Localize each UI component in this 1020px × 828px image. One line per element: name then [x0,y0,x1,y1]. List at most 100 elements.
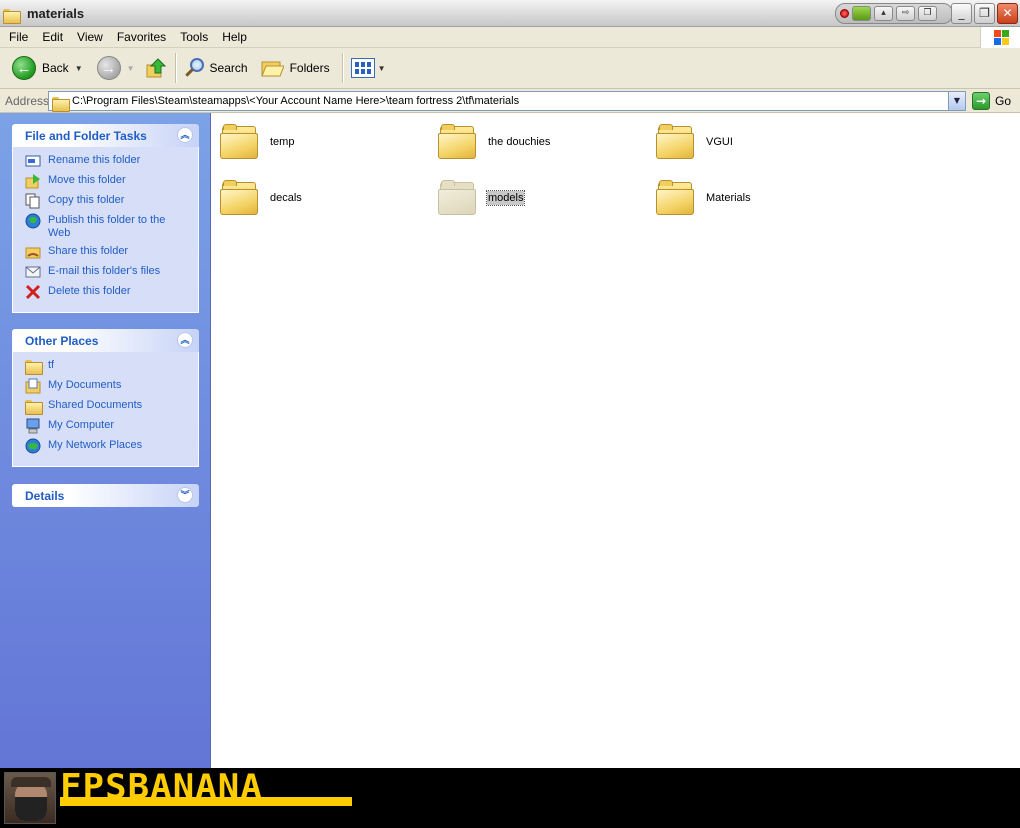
folder-item-decals[interactable]: decals [220,176,430,220]
details-panel: Details ︾ [12,484,199,507]
collapse-chevron-icon[interactable]: ︽ [177,332,193,348]
my-computer-icon [26,418,40,434]
panel-title: Details [25,488,65,503]
menu-favorites[interactable]: Favorites [110,30,173,44]
folder-icon [52,96,70,112]
task-label: E-mail this folder's files [48,265,161,277]
folder-item-temp[interactable]: temp [220,120,430,164]
folder-label: Materials [706,192,751,204]
rollup-icon[interactable]: ▴ [874,6,893,21]
views-icon [350,58,375,78]
task-move[interactable]: Move this folder [25,173,198,189]
place-my-computer[interactable]: My Computer [25,418,198,434]
task-pane: File and Folder Tasks ︽ Rename this fold… [0,113,211,768]
task-email[interactable]: E-mail this folder's files [25,264,198,280]
task-label: Share this folder [48,245,129,257]
panel-header[interactable]: Other Places ︽ [12,329,199,352]
folder-item-vgui[interactable]: VGUI [656,120,866,164]
logo-underline [60,797,352,806]
menu-tools[interactable]: Tools [173,30,215,44]
search-button[interactable]: Search [180,53,252,83]
titlebar-widgets: ▴ ⇨ ❐ [835,3,953,24]
forward-arrow-icon: → [96,56,121,80]
other-places-panel: Other Places ︽ tf My Documents Shared Do… [12,329,199,467]
folder-item-the-douchies[interactable]: the douchies [438,120,648,164]
nvidia-icon[interactable] [852,6,871,21]
send-to-icon[interactable]: ⇨ [896,6,915,21]
go-label: Go [995,94,1012,108]
place-label: My Computer [48,419,115,431]
folder-icon [25,398,43,415]
menu-view[interactable]: View [70,30,110,44]
views-dropdown-icon[interactable]: ▼ [378,64,386,73]
menu-bar: File Edit View Favorites Tools Help [0,27,1020,48]
standard-toolbar: ← Back ▼ → ▼ Search Folders ▼ [0,48,1020,89]
task-label: Delete this folder [48,285,131,297]
up-button[interactable] [141,53,171,83]
folder-view[interactable]: temp the douchies VGUI decals models Mat… [211,113,1020,768]
address-bar: Address C:\Program Files\Steam\steamapps… [0,89,1020,113]
folder-item-models[interactable]: models [438,176,648,220]
panel-header[interactable]: Details ︾ [12,484,199,507]
place-label: My Network Places [48,439,143,451]
folder-label: VGUI [706,136,733,148]
panel-header[interactable]: File and Folder Tasks ︽ [12,124,199,147]
place-tf[interactable]: tf [25,358,198,375]
forward-button[interactable]: → ▼ [93,53,139,83]
menu-edit[interactable]: Edit [35,30,70,44]
up-folder-icon [146,58,166,78]
place-shared-documents[interactable]: Shared Documents [25,398,198,415]
folder-label: decals [270,192,302,204]
task-delete[interactable]: Delete this folder [25,284,198,300]
restore-small-icon[interactable]: ❐ [918,6,937,21]
place-label: tf [48,359,55,371]
collapse-chevron-icon[interactable]: ︽ [177,127,193,143]
folder-item-materials[interactable]: Materials [656,176,866,220]
maximize-button[interactable]: ❐ [974,3,995,24]
my-documents-icon [25,378,41,394]
back-button[interactable]: ← Back ▼ [8,53,87,83]
address-dropdown-icon[interactable]: ▼ [948,92,965,110]
folder-icon [438,124,476,160]
delete-icon [25,284,41,300]
address-input[interactable]: C:\Program Files\Steam\steamapps\<Your A… [48,91,966,112]
record-icon[interactable] [840,9,849,18]
windows-logo-icon [980,27,1020,48]
title-bar[interactable]: materials ▴ ⇨ ❐ _ ❐ ✕ [0,0,1020,27]
folder-icon [220,180,258,216]
folder-label: the douchies [488,136,551,148]
forward-dropdown-icon[interactable]: ▼ [127,64,135,73]
back-dropdown-icon[interactable]: ▼ [75,64,83,73]
copy-icon [25,193,40,209]
task-publish-web[interactable]: Publish this folder to the Web [25,213,198,240]
close-button[interactable]: ✕ [997,3,1018,24]
expand-chevron-icon[interactable]: ︾ [177,487,193,503]
task-rename[interactable]: Rename this folder [25,153,198,169]
minimize-button[interactable]: _ [951,3,972,24]
toolbar-separator [174,53,176,83]
menu-help[interactable]: Help [215,30,254,44]
email-icon [25,266,41,278]
folder-label-selected[interactable]: models [485,190,526,206]
folders-icon [260,61,284,77]
place-my-documents[interactable]: My Documents [25,378,198,394]
folder-icon [656,180,694,216]
address-label: Address [5,93,50,108]
folder-label: temp [270,136,295,148]
network-places-icon [25,438,41,454]
search-label: Search [209,61,248,75]
task-share[interactable]: Share this folder [25,244,198,260]
task-label: Move this folder [48,174,126,186]
folders-button[interactable]: Folders [256,53,334,83]
address-value: C:\Program Files\Steam\steamapps\<Your A… [72,95,520,107]
share-icon [25,247,41,259]
task-label: Publish this folder to the Web [48,214,166,239]
publish-web-icon [25,213,41,229]
place-label: Shared Documents [48,399,143,411]
menu-file[interactable]: File [0,30,35,44]
views-button[interactable]: ▼ [347,53,390,83]
place-network-places[interactable]: My Network Places [25,438,198,454]
task-copy[interactable]: Copy this folder [25,193,198,209]
go-button[interactable]: → Go [972,92,1011,110]
place-label: My Documents [48,379,122,391]
